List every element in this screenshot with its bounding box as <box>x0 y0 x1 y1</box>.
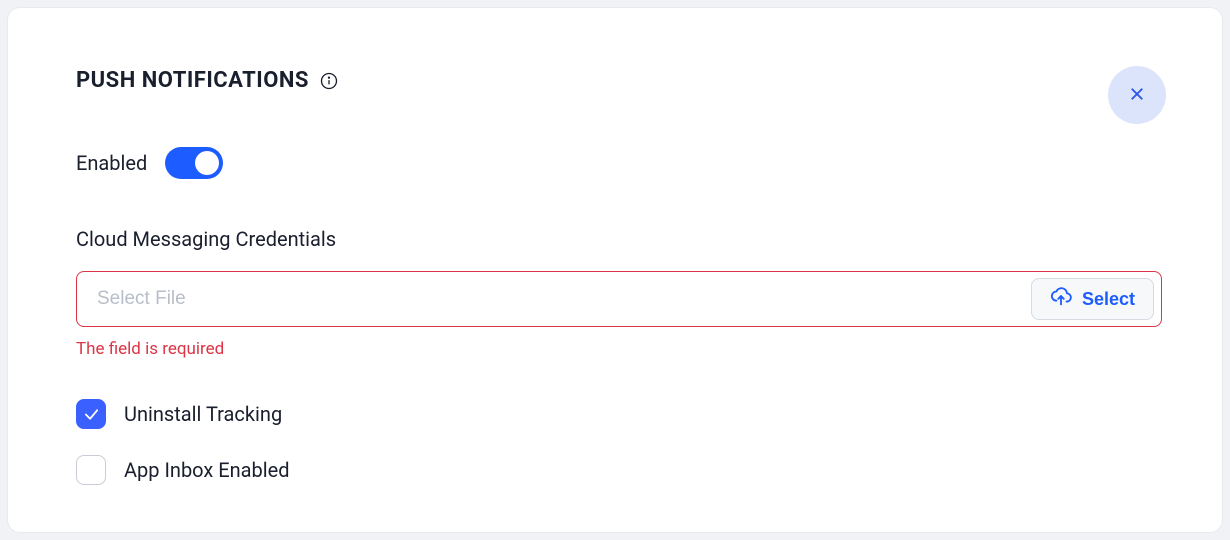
app-inbox-row: App Inbox Enabled <box>76 455 1162 485</box>
enabled-label: Enabled <box>76 151 147 175</box>
file-input-group: Select <box>76 271 1162 327</box>
uninstall-tracking-checkbox[interactable] <box>76 399 106 429</box>
close-icon <box>1128 85 1146 106</box>
app-inbox-checkbox[interactable] <box>76 455 106 485</box>
uninstall-tracking-row: Uninstall Tracking <box>76 399 1162 429</box>
credentials-file-input[interactable] <box>76 271 1162 327</box>
credentials-error-text: The field is required <box>76 339 1162 359</box>
upload-cloud-icon <box>1050 286 1072 313</box>
select-file-button[interactable]: Select <box>1031 278 1154 320</box>
select-file-button-label: Select <box>1082 289 1135 310</box>
close-button[interactable] <box>1108 66 1166 124</box>
enabled-row: Enabled <box>76 147 1162 179</box>
app-inbox-label[interactable]: App Inbox Enabled <box>124 458 290 482</box>
credentials-label: Cloud Messaging Credentials <box>76 227 1162 251</box>
section-header: PUSH NOTIFICATIONS <box>76 68 1162 93</box>
push-notifications-card: PUSH NOTIFICATIONS Enabled Cloud Messagi… <box>8 8 1222 532</box>
section-title: PUSH NOTIFICATIONS <box>76 68 309 93</box>
info-icon[interactable] <box>319 71 339 91</box>
uninstall-tracking-label[interactable]: Uninstall Tracking <box>124 402 282 426</box>
enabled-toggle[interactable] <box>165 147 223 179</box>
